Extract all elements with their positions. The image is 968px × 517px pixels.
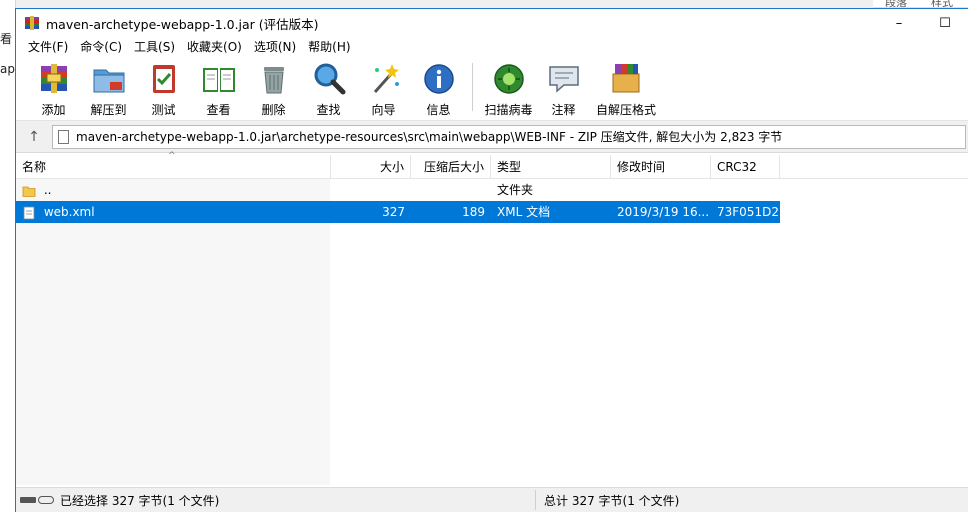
find-button[interactable]: 查找	[301, 57, 356, 119]
background-text-fragment: 样式	[931, 0, 953, 8]
menu-file[interactable]: 文件(F)	[22, 37, 74, 57]
column-header-row: 名称 大小 压缩后大小 类型 修改时间 CRC32 ^	[16, 151, 968, 179]
scan-virus-label: 扫描病毒	[484, 103, 533, 117]
trash-icon	[263, 67, 284, 94]
drive-icon	[20, 497, 36, 503]
file-size: 327	[382, 205, 405, 219]
status-bar: 已经选择 327 字节(1 个文件) 总计 327 字节(1 个文件)	[16, 487, 968, 512]
view-book-icon	[202, 68, 235, 92]
info-icon	[423, 64, 454, 94]
maximize-icon: ☐	[939, 15, 951, 31]
window-title: maven-archetype-webapp-1.0.jar (评估版本)	[46, 16, 319, 32]
extract-to-button[interactable]: 解压到	[81, 57, 136, 119]
folder-icon	[22, 186, 36, 197]
file-size	[331, 179, 411, 201]
comment-label: 注释	[551, 103, 576, 117]
file-crc: 73F051D2	[717, 205, 779, 219]
test-clipboard-icon	[152, 65, 175, 93]
background-window-bottom	[0, 512, 968, 517]
background-text-fragment: 看	[0, 32, 13, 46]
file-type: XML 文档	[497, 205, 551, 219]
background-window-top-right: 段落 样式	[873, 0, 968, 8]
background-text-fragment: ap	[0, 62, 15, 76]
table-row[interactable]: web.xml 327 189 XML 文档 2019/3/19 16... 7…	[16, 201, 780, 223]
extract-to-label: 解压到	[90, 103, 127, 117]
sfx-button[interactable]: 自解压格式	[591, 57, 661, 119]
comment-button[interactable]: 注释	[536, 57, 591, 119]
minimize-button[interactable]: –	[876, 9, 922, 37]
column-header-modified[interactable]: 修改时间	[611, 155, 711, 179]
sfx-archive-icon	[612, 64, 640, 93]
file-crc	[711, 179, 780, 201]
view-label: 查看	[206, 103, 231, 117]
add-button[interactable]: 添加	[26, 57, 81, 119]
file-list: 名称 大小 压缩后大小 类型 修改时间 CRC32 ^ .. 文件夹 web.x…	[16, 151, 968, 485]
sfx-label: 自解压格式	[595, 103, 656, 117]
background-text-fragment: 段落	[885, 0, 907, 8]
name-column-shading	[16, 179, 330, 485]
menu-bar: 文件(F) 命令(C) 工具(S) 收藏夹(O) 选项(N) 帮助(H)	[16, 37, 968, 57]
magnifier-icon	[314, 63, 345, 95]
comment-icon	[548, 66, 579, 93]
toolbar-separator	[472, 63, 473, 111]
file-modified: 2019/3/19 16...	[617, 205, 710, 219]
winrar-app-icon	[24, 15, 40, 31]
path-text: maven-archetype-webapp-1.0.jar\archetype…	[76, 130, 783, 144]
file-name: ..	[43, 183, 52, 197]
info-button[interactable]: 信息	[411, 57, 466, 119]
menu-tools[interactable]: 工具(S)	[128, 37, 181, 57]
column-header-crc[interactable]: CRC32	[711, 155, 780, 179]
test-button[interactable]: 测试	[136, 57, 191, 119]
file-packed-size	[411, 179, 491, 201]
maximize-button[interactable]: ☐	[922, 9, 968, 37]
up-folder-button[interactable]: ↑	[16, 122, 52, 152]
column-header-size[interactable]: 大小	[331, 155, 411, 179]
drive-icons	[20, 496, 54, 504]
wizard-label: 向导	[371, 103, 396, 117]
info-label: 信息	[426, 103, 451, 117]
scan-virus-button[interactable]: 扫描病毒	[481, 57, 536, 119]
toolbar: 添加 解压到 测试 查看 删除 查找 向导 信息 扫描病毒 注释 自解压格式	[16, 57, 968, 121]
add-label: 添加	[41, 103, 66, 117]
selection-status: 已经选择 327 字节(1 个文件)	[60, 493, 220, 508]
winrar-window: maven-archetype-webapp-1.0.jar (评估版本) – …	[15, 8, 968, 512]
archive-file-icon	[58, 129, 69, 144]
xml-file-icon	[23, 206, 35, 219]
arrow-up-icon: ↑	[28, 128, 40, 145]
menu-commands[interactable]: 命令(C)	[74, 37, 128, 57]
menu-options[interactable]: 选项(N)	[248, 37, 302, 57]
column-header-packed[interactable]: 压缩后大小	[411, 155, 491, 179]
background-window-left: 看 ap	[0, 0, 16, 517]
file-packed-size: 189	[462, 205, 485, 219]
minimize-icon: –	[895, 15, 903, 31]
sort-ascending-icon: ^	[168, 151, 176, 161]
column-header-type[interactable]: 类型	[491, 155, 611, 179]
file-modified	[611, 179, 711, 201]
path-field[interactable]: maven-archetype-webapp-1.0.jar\archetype…	[52, 124, 966, 149]
menu-help[interactable]: 帮助(H)	[302, 37, 356, 57]
test-label: 测试	[151, 103, 176, 117]
add-archive-icon	[40, 64, 67, 93]
key-icon	[38, 496, 54, 504]
view-button[interactable]: 查看	[191, 57, 246, 119]
file-name: web.xml	[43, 205, 95, 219]
menu-favorites[interactable]: 收藏夹(O)	[181, 37, 248, 57]
virus-scan-icon	[493, 64, 524, 94]
wizard-button[interactable]: 向导	[356, 57, 411, 119]
extract-folder-icon	[93, 69, 124, 93]
delete-button[interactable]: 删除	[246, 57, 301, 119]
title-bar[interactable]: maven-archetype-webapp-1.0.jar (评估版本) – …	[16, 9, 968, 37]
address-bar: ↑ maven-archetype-webapp-1.0.jar\archety…	[16, 121, 968, 153]
find-label: 查找	[316, 103, 341, 117]
total-status: 总计 327 字节(1 个文件)	[544, 493, 680, 508]
magic-wand-icon	[373, 64, 399, 93]
file-type: 文件夹	[497, 183, 534, 197]
table-row[interactable]: .. 文件夹	[16, 179, 968, 201]
delete-label: 删除	[261, 103, 286, 117]
